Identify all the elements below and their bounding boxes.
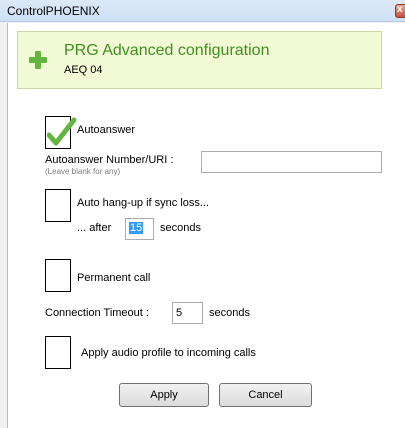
- page-title: PRG Advanced configuration: [64, 42, 270, 59]
- audio-profile-checkbox[interactable]: [45, 336, 71, 369]
- permanent-call-checkbox[interactable]: [45, 259, 71, 292]
- apply-button[interactable]: Apply: [119, 383, 209, 407]
- timeout-seconds-label: seconds: [209, 307, 250, 319]
- close-button[interactable]: x: [395, 4, 405, 18]
- auto-hangup-checkbox[interactable]: [45, 189, 71, 222]
- cancel-button[interactable]: Cancel: [219, 383, 312, 407]
- hangup-delay-value: 15: [129, 222, 144, 234]
- autoanswer-number-input[interactable]: [201, 151, 382, 173]
- window-title: ControlPHOENIX: [7, 4, 100, 18]
- autoanswer-number-label: Autoanswer Number/URI :: [45, 154, 174, 166]
- auto-hangup-label: Auto hang-up if sync loss...: [77, 197, 210, 209]
- hangup-delay-input[interactable]: 15: [125, 218, 154, 240]
- header-panel: PRG Advanced configuration AEQ 04: [17, 31, 382, 89]
- hangup-seconds-label: seconds: [160, 222, 201, 234]
- title-bar[interactable]: ControlPHOENIX x: [0, 0, 405, 22]
- plus-icon: [29, 51, 47, 69]
- dialog-window: ControlPHOENIX x PRG Advanced configurat…: [0, 0, 405, 428]
- page-subtitle: AEQ 04: [64, 64, 103, 76]
- connection-timeout-label: Connection Timeout :: [45, 307, 149, 319]
- checkmark-icon: [47, 117, 77, 146]
- audio-profile-label: Apply audio profile to incoming calls: [81, 347, 256, 359]
- autoanswer-label: Autoanswer: [77, 124, 136, 136]
- autoanswer-number-hint: (Leave blank for any): [45, 167, 121, 176]
- close-icon: x: [397, 4, 403, 15]
- autoanswer-checkbox[interactable]: [45, 116, 77, 149]
- after-label: ... after: [77, 222, 112, 234]
- permanent-call-label: Permanent call: [77, 272, 151, 284]
- connection-timeout-input[interactable]: [172, 302, 203, 324]
